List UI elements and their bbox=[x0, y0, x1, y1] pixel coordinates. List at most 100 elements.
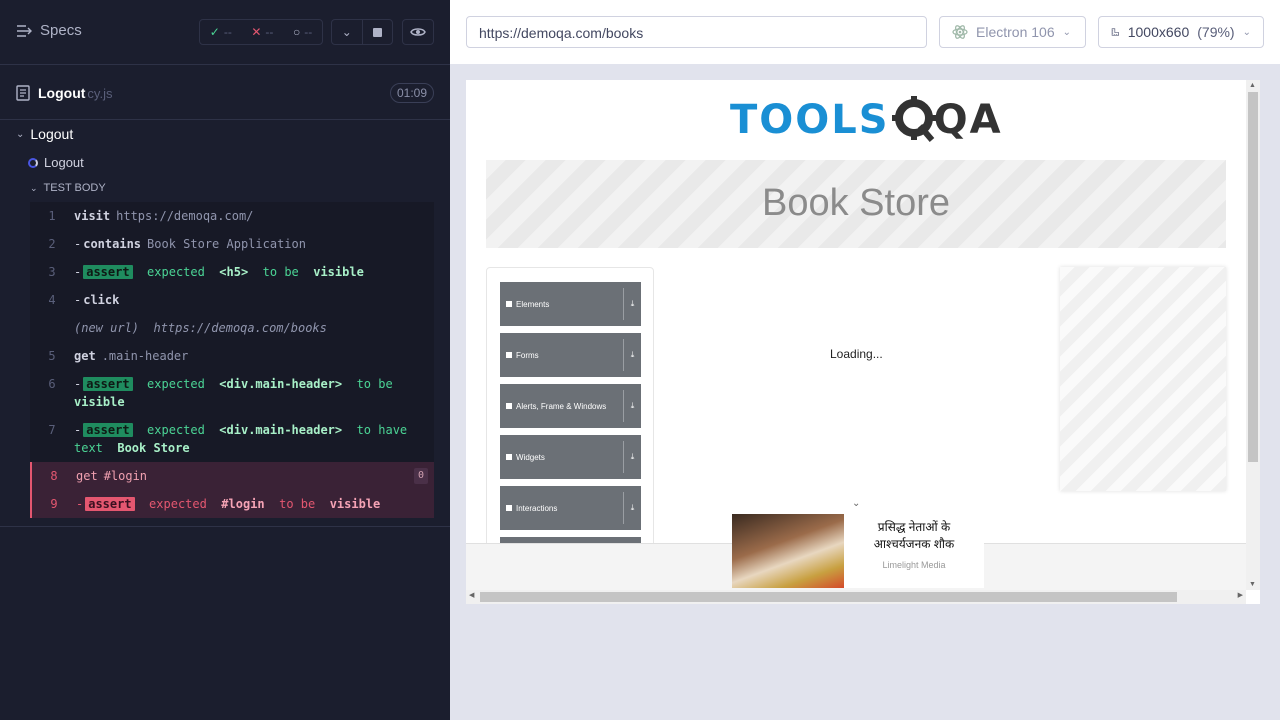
nav-group-elements[interactable]: Elements ⤓ bbox=[500, 282, 641, 326]
nav-group-forms[interactable]: Forms ⤓ bbox=[500, 333, 641, 377]
child-dash: - bbox=[74, 377, 82, 391]
ad-title: प्रसिद्ध नेताओं के आश्चर्यजनक शौक bbox=[873, 520, 955, 551]
aut-iframe[interactable]: TOOLS QA Book Store Elements ⤓ Forms ⤓ Ale… bbox=[466, 80, 1260, 604]
command-number: 1 bbox=[48, 209, 56, 223]
nav-group-label: Elements bbox=[516, 299, 550, 309]
nav-group-alerts[interactable]: Alerts, Frame & Windows ⤓ bbox=[500, 384, 641, 428]
new-url-label: (new url) bbox=[74, 321, 140, 335]
chevron-down-icon: ⌄ bbox=[30, 182, 38, 193]
grid-icon bbox=[506, 454, 512, 460]
browser-selector[interactable]: Electron 106 ⌄ bbox=[939, 16, 1086, 48]
selector-playground-button[interactable] bbox=[402, 19, 434, 45]
assert-value: Book Store bbox=[117, 441, 190, 455]
vertical-scrollbar[interactable]: ▲ ▼ bbox=[1246, 80, 1260, 590]
command-row-new-url[interactable]: (new url) https://demoqa.com/books bbox=[30, 314, 434, 342]
ad-text: प्रसिद्ध नेताओं के आश्चर्यजनक शौक Limeli… bbox=[844, 514, 984, 588]
pending-stat: ○ -- bbox=[293, 25, 312, 39]
command-row[interactable]: 4 - click bbox=[30, 286, 434, 314]
command-row-failed[interactable]: 8 get #login 0 bbox=[30, 462, 434, 490]
viewport-zoom: (79%) bbox=[1197, 24, 1235, 40]
scroll-right-icon[interactable]: ▶ bbox=[1238, 591, 1243, 599]
sticky-ad[interactable]: प्रसिद्ध नेताओं के आश्चर्यजनक शौक Limeli… bbox=[732, 514, 984, 588]
chevron-down-icon: ⌄ bbox=[1062, 26, 1071, 38]
command-row-failed[interactable]: 9 - assert expected #login to be visible bbox=[30, 490, 434, 518]
chevron-down-icon: ⌄ bbox=[1242, 26, 1251, 38]
command-row[interactable]: 3 - assert expected <h5> to be visible bbox=[30, 258, 434, 286]
toolsqa-logo[interactable]: TOOLS QA bbox=[730, 94, 1003, 146]
spec-file[interactable]: Logout cy.js bbox=[16, 85, 112, 101]
command-number: 4 bbox=[48, 293, 56, 307]
command-row[interactable]: 7 - assert expected <div.main-header> to … bbox=[30, 416, 434, 462]
collapse-button[interactable]: ⌄ bbox=[332, 20, 363, 44]
gear-icon bbox=[891, 96, 936, 142]
command-number: 5 bbox=[48, 349, 56, 363]
assert-badge: assert bbox=[85, 497, 135, 511]
command-name: visit bbox=[74, 209, 111, 223]
suite-title[interactable]: ⌄ Logout bbox=[16, 126, 73, 142]
passed-stat: ✓ -- bbox=[210, 25, 232, 39]
aut-header: https://demoqa.com/books Electron 106 ⌄ … bbox=[450, 0, 1280, 64]
nav-group-interactions[interactable]: Interactions ⤓ bbox=[500, 486, 641, 530]
specs-toggle[interactable]: Specs bbox=[16, 22, 82, 39]
chevron-down-icon[interactable]: ⌄ bbox=[852, 498, 860, 509]
nav-group-widgets[interactable]: Widgets ⤓ bbox=[500, 435, 641, 479]
url-field[interactable]: https://demoqa.com/books bbox=[466, 16, 927, 48]
page-title: Book Store bbox=[762, 182, 950, 224]
download-icon: ⤓ bbox=[623, 492, 641, 524]
viewport-info[interactable]: 1000x660 (79%) ⌄ bbox=[1098, 16, 1264, 48]
spec-duration: 01:09 bbox=[389, 83, 434, 103]
new-url-value: https://demoqa.com/books bbox=[153, 321, 327, 335]
assert-badge: assert bbox=[83, 423, 133, 437]
download-icon: ⤓ bbox=[623, 339, 641, 371]
command-row[interactable]: 2 - contains Book Store Application bbox=[30, 230, 434, 258]
command-row[interactable]: 1 visit https://demoqa.com/ bbox=[30, 202, 434, 230]
command-log: 1 visit https://demoqa.com/ 2 - contains Bo… bbox=[30, 202, 434, 518]
ad-source: Limelight Media bbox=[882, 560, 946, 570]
nav-group-label: Widgets bbox=[516, 452, 545, 462]
x-icon: ✕ bbox=[251, 25, 262, 39]
horizontal-scrollbar[interactable]: ◀ ▶ bbox=[466, 590, 1246, 604]
failed-count: -- bbox=[265, 25, 274, 39]
left-nav-panel: Elements ⤓ Forms ⤓ Alerts, Frame & Windows… bbox=[486, 267, 654, 557]
window-icon bbox=[506, 403, 512, 409]
scroll-down-icon[interactable]: ▼ bbox=[1249, 581, 1256, 588]
loading-text: Loading... bbox=[830, 347, 883, 361]
test-body-label: TEST BODY bbox=[43, 182, 106, 194]
command-row[interactable]: 5 get .main-header bbox=[30, 342, 434, 370]
main-header: Book Store bbox=[486, 160, 1226, 248]
command-number: 2 bbox=[48, 237, 56, 251]
stop-button[interactable] bbox=[363, 20, 393, 44]
assert-text: to be bbox=[356, 377, 393, 391]
command-row[interactable]: 6 - assert expected <div.main-header> to … bbox=[30, 370, 434, 416]
scroll-up-icon[interactable]: ▲ bbox=[1249, 82, 1256, 89]
eye-icon bbox=[410, 28, 426, 36]
specs-label: Specs bbox=[40, 22, 82, 39]
assert-text: expected bbox=[147, 377, 205, 391]
electron-icon bbox=[952, 25, 968, 39]
scroll-left-icon[interactable]: ◀ bbox=[469, 591, 474, 599]
ad-banner-right bbox=[1060, 267, 1226, 491]
command-name: get bbox=[74, 349, 96, 363]
assert-subject: <div.main-header> bbox=[219, 423, 343, 437]
assert-text: to be bbox=[262, 265, 299, 279]
nav-group-label: Alerts, Frame & Windows bbox=[516, 401, 607, 411]
child-dash: - bbox=[74, 265, 82, 279]
command-message: https://demoqa.com/ bbox=[116, 209, 254, 223]
command-message: Book Store Application bbox=[147, 237, 306, 251]
nav-group-label: Forms bbox=[516, 350, 539, 360]
element-count-badge: 0 bbox=[414, 468, 428, 484]
scroll-thumb[interactable] bbox=[480, 592, 1177, 602]
command-message: .main-header bbox=[101, 349, 189, 363]
scroll-thumb[interactable] bbox=[1248, 92, 1258, 462]
reporter-panel: Specs ✓ -- ✕ -- ○ -- ⌄ Logout cy.js 01:09 ⌄… bbox=[0, 0, 450, 720]
test-body-header[interactable]: ⌄ TEST BODY bbox=[30, 182, 106, 194]
command-number: 8 bbox=[50, 469, 58, 483]
list-icon bbox=[506, 301, 512, 307]
command-number: 7 bbox=[48, 423, 56, 437]
test-title[interactable]: Logout bbox=[28, 155, 84, 170]
ad-image bbox=[732, 514, 844, 588]
test-label: Logout bbox=[44, 155, 84, 170]
chevron-down-icon: ⌄ bbox=[16, 128, 25, 140]
pending-icon: ○ bbox=[292, 25, 301, 39]
logo-text-tools: TOOLS bbox=[730, 97, 890, 143]
